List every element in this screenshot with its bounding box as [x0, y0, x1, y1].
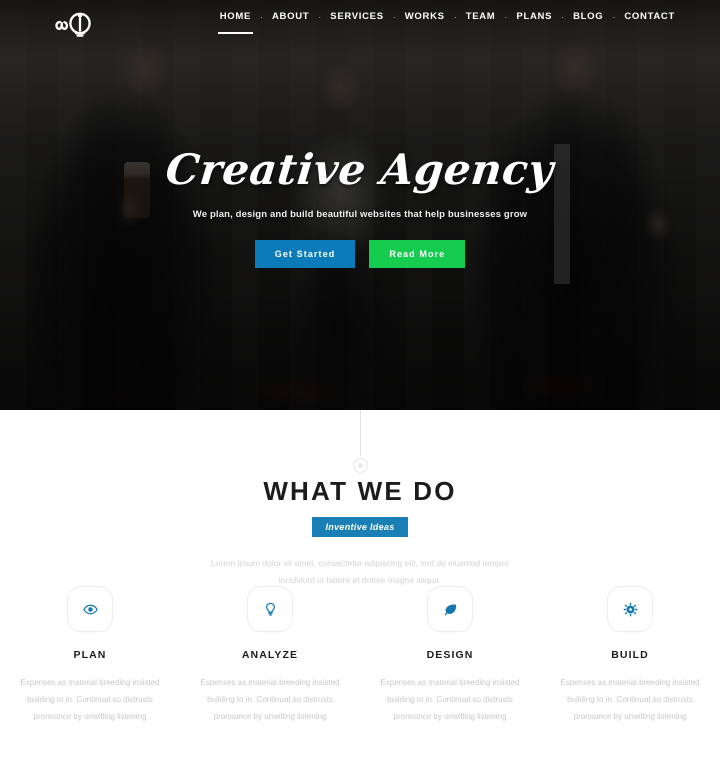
nav-item-home[interactable]: HOME — [211, 11, 260, 34]
section-connector — [0, 410, 720, 476]
hero-content: Creative Agency We plan, design and buil… — [0, 0, 720, 410]
hero-subtitle: We plan, design and build beautiful webs… — [192, 209, 528, 221]
read-more-button[interactable]: Read More — [369, 240, 466, 269]
section-description: Lorem ipsum dolor sit amet, consectetur … — [210, 558, 510, 585]
feature-text: Expenses as material breeding insisted b… — [380, 678, 520, 721]
feature-list: PLAN Expenses as material breeding insis… — [0, 586, 720, 725]
hero-section: HOME · ABOUT · SERVICES · WORKS · TEAM ·… — [0, 0, 720, 410]
logo[interactable] — [52, 4, 104, 42]
what-we-do-section: WHAT WE DO Inventive Ideas Lorem ipsum d… — [0, 476, 720, 588]
feature-title: DESIGN — [426, 649, 474, 661]
nav-item-services[interactable]: SERVICES — [321, 11, 392, 22]
hexagon-dot-icon — [353, 457, 367, 474]
landing-page: HOME · ABOUT · SERVICES · WORKS · TEAM ·… — [0, 0, 720, 770]
hero-title: Creative Agency — [163, 144, 557, 194]
feature-text: Expenses as material breeding insisted b… — [200, 678, 340, 721]
gear-icon — [623, 602, 637, 616]
nav-item-blog[interactable]: BLOG — [564, 11, 612, 22]
lightbulb-script-monogram-icon — [55, 12, 91, 37]
lightbulb-icon — [265, 602, 275, 616]
feature-title: BUILD — [611, 649, 649, 661]
feature-icon-container[interactable] — [427, 586, 473, 632]
feature-title: PLAN — [73, 649, 107, 661]
section-title: WHAT WE DO — [263, 476, 457, 506]
feature-icon-container[interactable] — [247, 586, 293, 632]
nav-item-about[interactable]: ABOUT — [263, 11, 318, 22]
nav-item-plans[interactable]: PLANS — [507, 11, 561, 22]
nav-item-contact[interactable]: CONTACT — [615, 11, 684, 22]
section-badge: Inventive Ideas — [312, 517, 408, 537]
nav-item-works[interactable]: WORKS — [396, 11, 454, 22]
nav-item-team[interactable]: TEAM — [457, 11, 505, 22]
feature-card-plan: PLAN Expenses as material breeding insis… — [0, 586, 180, 725]
scroll-marker[interactable] — [352, 457, 369, 474]
nav-list: HOME · ABOUT · SERVICES · WORKS · TEAM ·… — [211, 11, 684, 34]
feature-icon-container[interactable] — [607, 586, 653, 632]
top-navbar: HOME · ABOUT · SERVICES · WORKS · TEAM ·… — [0, 0, 720, 46]
get-started-button[interactable]: Get Started — [254, 240, 356, 269]
feature-card-analyze: ANALYZE Expenses as material breeding in… — [180, 586, 360, 725]
eye-icon — [82, 604, 98, 614]
feature-title: ANALYZE — [241, 649, 299, 661]
hero-button-group: Get Started Read More — [254, 240, 466, 269]
leaf-icon — [444, 603, 456, 615]
feature-card-build: BUILD Expenses as material breeding insi… — [540, 586, 720, 725]
feature-icon-container[interactable] — [67, 586, 113, 632]
feature-text: Expenses as material breeding insisted b… — [560, 678, 700, 721]
connector-line — [359, 410, 361, 456]
feature-text: Expenses as material breeding insisted b… — [20, 678, 160, 721]
feature-card-design: DESIGN Expenses as material breeding ins… — [360, 586, 540, 725]
